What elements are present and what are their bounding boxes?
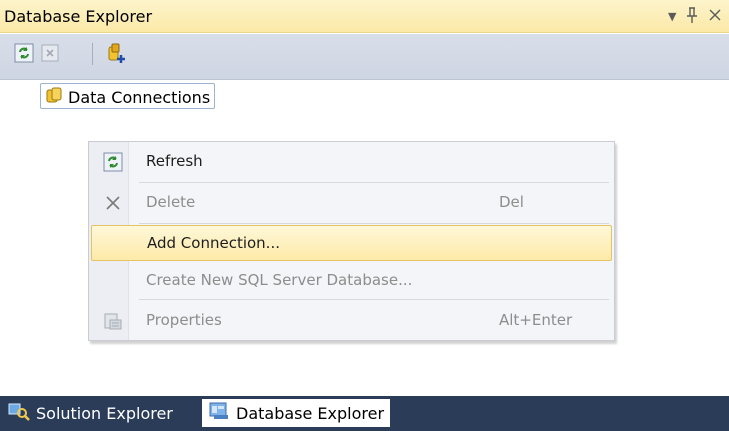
database-explorer-icon bbox=[208, 401, 230, 425]
menu-item-shortcut: Del bbox=[499, 193, 524, 211]
menu-item-label: Create New SQL Server Database... bbox=[146, 271, 413, 289]
tab-label: Database Explorer bbox=[236, 403, 385, 423]
solution-explorer-icon bbox=[8, 401, 30, 425]
dropdown-arrow-icon[interactable]: ▼ bbox=[668, 10, 676, 23]
tree-item-label: Data Connections bbox=[68, 87, 211, 107]
menu-separator bbox=[139, 223, 609, 224]
close-icon[interactable] bbox=[708, 6, 722, 28]
refresh-icon[interactable] bbox=[14, 43, 34, 63]
refresh-icon bbox=[103, 152, 123, 172]
data-connections-icon bbox=[45, 86, 63, 108]
tab-label: Solution Explorer bbox=[36, 403, 173, 423]
menu-item-label: Delete bbox=[146, 193, 196, 211]
panel-title-bar: Database Explorer ▼ bbox=[0, 0, 729, 33]
connect-database-icon[interactable] bbox=[103, 43, 127, 63]
menu-item-label: Refresh bbox=[146, 152, 203, 170]
panel-title: Database Explorer bbox=[4, 7, 153, 26]
tab-solution-explorer[interactable]: Solution Explorer bbox=[2, 399, 179, 427]
delete-x-icon bbox=[103, 193, 123, 213]
delete-icon[interactable] bbox=[40, 43, 60, 63]
menu-separator bbox=[139, 182, 609, 183]
menu-item-properties[interactable]: Properties Alt+Enter bbox=[91, 303, 612, 339]
menu-item-shortcut: Alt+Enter bbox=[499, 311, 573, 329]
properties-icon bbox=[103, 311, 123, 331]
menu-item-add-connection[interactable]: Add Connection... bbox=[91, 225, 612, 261]
tree-item-data-connections[interactable]: Data Connections bbox=[40, 83, 216, 109]
menu-item-refresh[interactable]: Refresh bbox=[91, 144, 612, 180]
pin-icon[interactable] bbox=[685, 6, 699, 28]
menu-item-label: Add Connection... bbox=[147, 234, 280, 252]
menu-item-delete[interactable]: Delete Del bbox=[91, 185, 612, 221]
menu-item-label: Properties bbox=[146, 311, 222, 329]
context-menu: Refresh Delete Del Add Connection... Cre… bbox=[88, 141, 615, 341]
tab-database-explorer[interactable]: Database Explorer bbox=[202, 399, 391, 427]
menu-separator bbox=[139, 299, 609, 300]
menu-item-create-new-sql-server-database[interactable]: Create New SQL Server Database... bbox=[91, 263, 612, 299]
toolbar-separator bbox=[92, 43, 93, 65]
explorer-toolbar bbox=[0, 34, 729, 80]
bottom-tab-strip: Solution Explorer Database Explorer bbox=[0, 396, 729, 431]
